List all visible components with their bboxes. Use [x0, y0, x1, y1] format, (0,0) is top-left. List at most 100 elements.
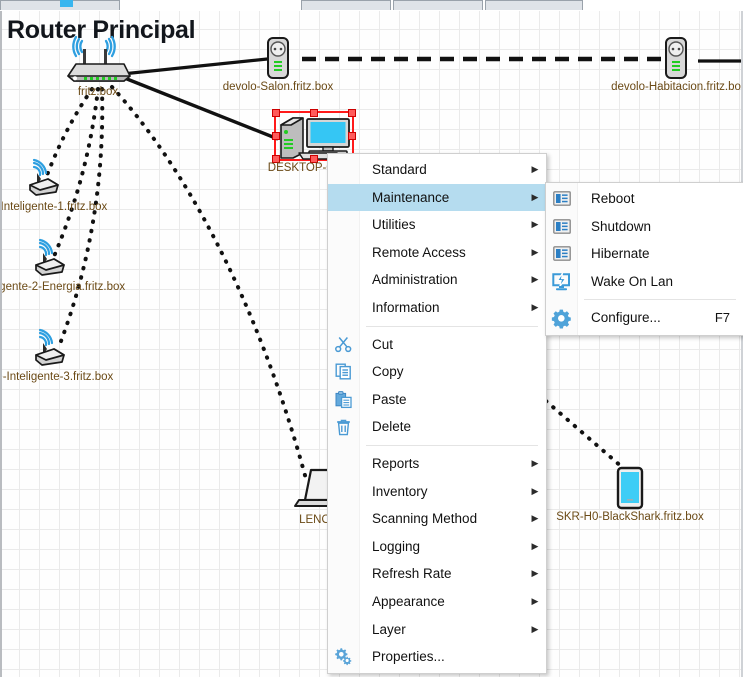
submenu-item-label: Shutdown [591, 218, 652, 234]
menu-item-label: Cut [372, 336, 394, 352]
tab-stub-3[interactable] [485, 0, 583, 10]
menu-item-label: Scanning Method [372, 511, 478, 527]
no-icon [328, 450, 359, 478]
chevron-right-icon: ▶ [531, 219, 539, 230]
window-tab-strip [0, 0, 743, 11]
menu-item-label: Remote Access [372, 244, 466, 260]
menu-item-label: Paste [372, 391, 407, 407]
node-label: devolo-Salon.fritz.box [222, 81, 334, 93]
resize-handle-nw[interactable] [272, 109, 280, 117]
menu-item-delete[interactable]: Delete [328, 413, 546, 441]
resize-handle-w[interactable] [272, 132, 280, 140]
no-icon [328, 156, 359, 184]
resize-handle-ne[interactable] [348, 109, 356, 117]
menu-item-reports[interactable]: Reports ▶ [328, 450, 546, 478]
powerline-plug-icon [665, 37, 687, 79]
menu-item-label: Delete [372, 419, 412, 435]
node-smartplug-3[interactable]: ufe-Inteligente-3.fritz.box [0, 328, 113, 383]
chevron-right-icon: ▶ [531, 274, 539, 285]
paste-icon [328, 386, 359, 414]
submenu-item-wake-on-lan[interactable]: Wake On Lan [546, 268, 743, 296]
menu-item-administration[interactable]: Administration ▶ [328, 266, 546, 294]
chevron-right-icon: ▶ [531, 191, 539, 202]
menu-item-logging[interactable]: Logging ▶ [328, 533, 546, 561]
submenu-item-label: Reboot [591, 191, 635, 206]
submenu-separator [584, 299, 736, 301]
node-smartplug-1[interactable]: ufe-Inteligente-1.fritz.box [0, 158, 107, 213]
node-router[interactable]: fritz.box [62, 35, 134, 98]
menu-item-copy[interactable]: Copy [328, 358, 546, 386]
node-label: Inteligente-2-Energia.fritz.box [0, 281, 126, 293]
tab-stub-1[interactable] [301, 0, 391, 10]
menu-item-label: Maintenance [372, 189, 450, 205]
node-smartplug-2[interactable]: Inteligente-2-Energia.fritz.box [0, 238, 125, 293]
smart-plug-wifi-icon [35, 238, 65, 276]
scissors-icon [328, 331, 359, 359]
link-router-salon [121, 56, 278, 76]
resize-handle-e[interactable] [348, 132, 356, 140]
menu-item-remote-access[interactable]: Remote Access ▶ [328, 239, 546, 267]
no-icon [328, 294, 359, 322]
menu-item-inventory[interactable]: Inventory ▶ [328, 478, 546, 506]
menu-item-information[interactable]: Information ▶ [328, 294, 546, 322]
menu-item-label: Copy [372, 364, 404, 380]
menu-item-refresh-rate[interactable]: Refresh Rate ▶ [328, 560, 546, 588]
submenu-item-reboot[interactable]: Reboot [546, 185, 743, 213]
menu-item-standard[interactable]: Standard ▶ [328, 156, 546, 184]
submenu-item-accel: F7 [714, 310, 730, 326]
chevron-right-icon: ▶ [531, 595, 539, 606]
node-label: fritz.box [77, 86, 119, 98]
no-icon [328, 533, 359, 561]
node-label: devolo-Habitacion.fritz.bo [611, 81, 741, 93]
menu-item-label: Logging [372, 538, 421, 554]
no-icon [328, 184, 359, 212]
chevron-right-icon: ▶ [531, 540, 539, 551]
smart-plug-wifi-icon [29, 158, 59, 196]
node-devolo-salon[interactable]: devolo-Salon.fritz.box [223, 37, 333, 97]
smart-plug-wifi-icon [35, 328, 65, 366]
chevron-right-icon: ▶ [531, 301, 539, 312]
menu-item-label: Inventory [372, 483, 428, 499]
node-phone[interactable]: SKR-H0-BlackShark.fritz.box [556, 466, 704, 523]
tab-stub-2[interactable] [393, 0, 483, 10]
node-devolo-habitacion[interactable]: devolo-Habitacion.fritz.bo [611, 37, 741, 97]
submenu-item-hibernate[interactable]: Hibernate [546, 240, 743, 268]
maintenance-submenu[interactable]: Reboot Shutdown Hibernate Wake On Lan Co… [545, 182, 743, 336]
no-icon [328, 239, 359, 267]
menu-item-cut[interactable]: Cut [328, 331, 546, 359]
menu-item-scanning-method[interactable]: Scanning Method ▶ [328, 505, 546, 533]
menu-item-label: Administration [372, 272, 458, 288]
no-icon [328, 211, 359, 239]
powerline-plug-icon [267, 37, 289, 79]
no-icon [328, 560, 359, 588]
node-label: ufe-Inteligente-3.fritz.box [0, 371, 114, 383]
menu-item-properties[interactable]: Properties... [328, 643, 546, 671]
menu-item-label: Reports [372, 455, 420, 471]
menu-item-utilities[interactable]: Utilities ▶ [328, 211, 546, 239]
submenu-item-label: Wake On Lan [591, 273, 674, 289]
menu-item-label: Layer [372, 621, 406, 637]
chevron-right-icon: ▶ [531, 568, 539, 579]
chevron-right-icon: ▶ [531, 457, 539, 468]
submenu-item-configure[interactable]: Configure... F7 [546, 304, 743, 332]
menu-item-maintenance[interactable]: Maintenance ▶ [328, 183, 546, 212]
menu-separator [366, 444, 538, 446]
no-icon [328, 588, 359, 616]
menu-item-appearance[interactable]: Appearance ▶ [328, 588, 546, 616]
node-label: SKR-H0-BlackShark.fritz.box [556, 511, 704, 523]
menu-item-label: Utilities [372, 217, 416, 233]
wifi-router-icon [67, 35, 131, 82]
menu-item-paste[interactable]: Paste [328, 386, 546, 414]
chevron-right-icon: ▶ [531, 164, 539, 174]
menu-item-label: Standard [372, 162, 427, 177]
chevron-right-icon: ▶ [531, 246, 539, 257]
submenu-item-shutdown[interactable]: Shutdown [546, 213, 743, 241]
submenu-item-label: Configure... [591, 310, 661, 326]
menu-item-layer[interactable]: Layer ▶ [328, 616, 546, 644]
submenu-item-label: Hibernate [591, 246, 650, 262]
context-menu[interactable]: Standard ▶ Maintenance ▶ Utilities ▶ Rem… [327, 153, 547, 674]
no-icon [328, 616, 359, 644]
menu-item-label: Properties... [372, 649, 445, 665]
no-icon [328, 505, 359, 533]
resize-handle-n[interactable] [310, 109, 318, 117]
